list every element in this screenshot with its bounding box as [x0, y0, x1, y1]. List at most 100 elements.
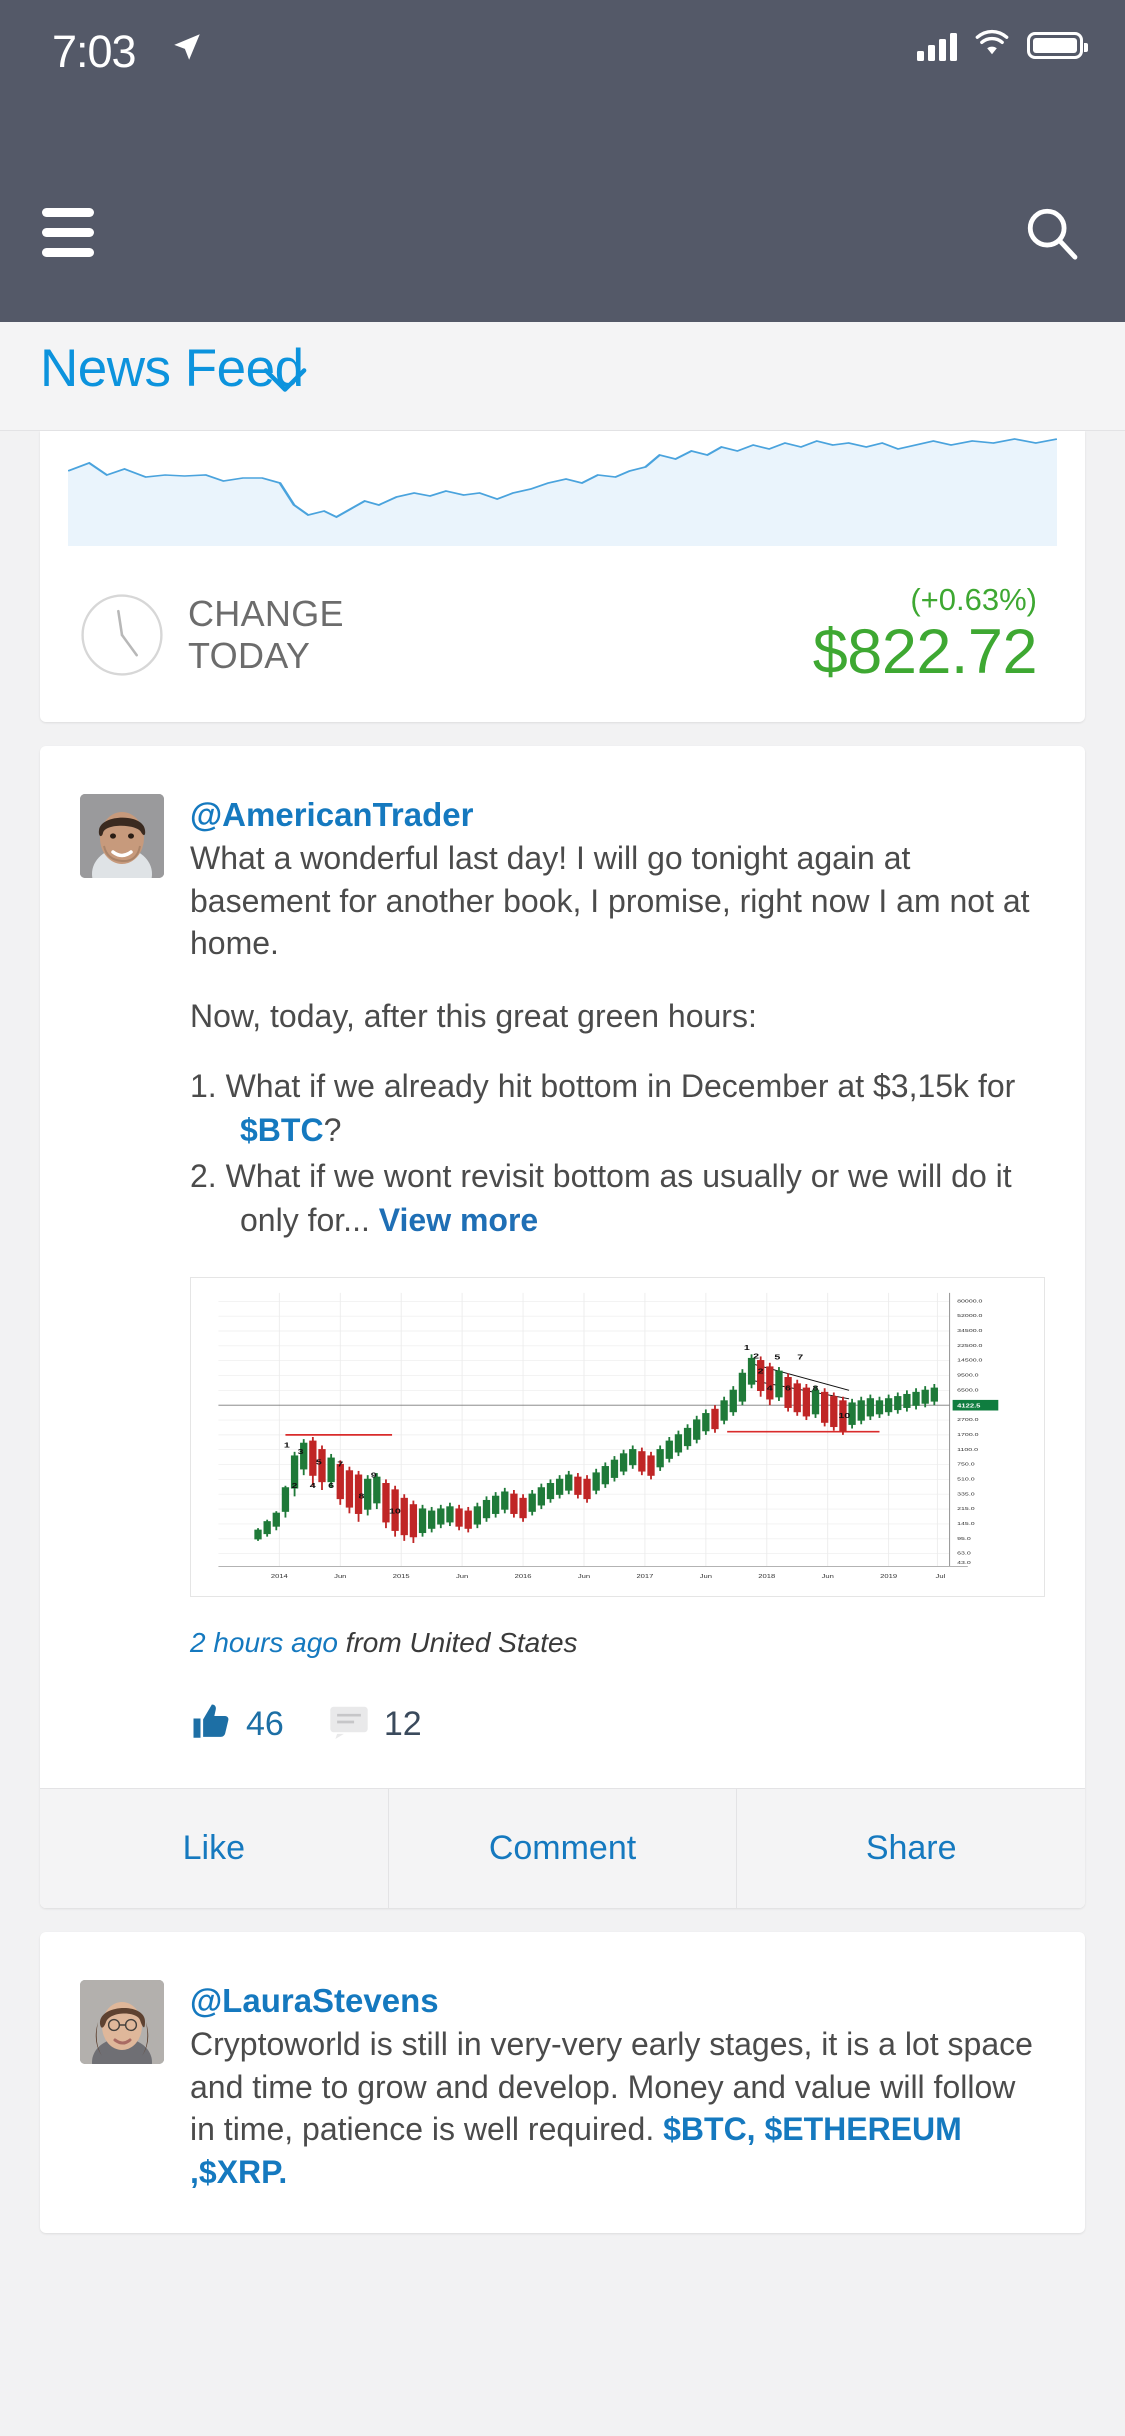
- svg-text:2: 2: [292, 1481, 298, 1489]
- svg-text:3: 3: [298, 1447, 304, 1455]
- svg-text:6: 6: [785, 1384, 791, 1392]
- svg-text:2: 2: [758, 1367, 764, 1375]
- svg-text:14500.0: 14500.0: [957, 1358, 983, 1363]
- post-card-laura-stevens: @LauraStevens Cryptoworld is still in ve…: [40, 1932, 1085, 2233]
- list-text: What if we already hit bottom in Decembe…: [226, 1068, 1016, 1104]
- post-action-bar: Like Comment Share: [40, 1788, 1085, 1908]
- svg-text:10: 10: [838, 1411, 850, 1419]
- list-text-after: ?: [324, 1112, 342, 1148]
- svg-text:4: 4: [767, 1384, 774, 1392]
- svg-text:52000.0: 52000.0: [957, 1314, 983, 1319]
- svg-text:43.0: 43.0: [957, 1561, 971, 1566]
- status-time: 7:03: [52, 26, 136, 78]
- change-percent: (+0.63%): [813, 582, 1037, 618]
- post-origin: from United States: [338, 1627, 578, 1658]
- post-header: @AmericanTrader What a wonderful last da…: [80, 794, 1045, 1788]
- svg-text:2019: 2019: [880, 1574, 897, 1580]
- price-value-group: (+0.63%) $822.72: [813, 582, 1037, 688]
- svg-text:Jun: Jun: [822, 1574, 835, 1580]
- svg-text:1: 1: [744, 1343, 750, 1351]
- svg-text:2017: 2017: [636, 1574, 653, 1580]
- comment-button[interactable]: Comment: [388, 1789, 737, 1908]
- svg-text:335.0: 335.0: [957, 1492, 975, 1497]
- sparkline-chart: [68, 431, 1057, 546]
- avatar-american-trader[interactable]: [80, 794, 164, 878]
- status-bar: 7:03: [0, 0, 1125, 100]
- svg-text:22500.0: 22500.0: [957, 1343, 983, 1348]
- list-number: 1.: [190, 1068, 217, 1104]
- battery-full-icon: [1027, 32, 1083, 59]
- svg-text:Jun: Jun: [456, 1574, 469, 1580]
- svg-text:2018: 2018: [758, 1574, 775, 1580]
- comment-bubble-icon: [328, 1705, 370, 1744]
- feed-header[interactable]: News Feed: [0, 322, 1125, 431]
- svg-text:8: 8: [812, 1384, 818, 1392]
- like-count: 46: [246, 1705, 284, 1744]
- post-card-american-trader: @AmericanTrader What a wonderful last da…: [40, 746, 1085, 1908]
- post-meta: 2 hours ago from United States: [190, 1627, 1045, 1659]
- svg-text:2: 2: [753, 1352, 759, 1360]
- chevron-down-icon[interactable]: [262, 366, 308, 399]
- svg-text:5: 5: [774, 1353, 780, 1361]
- attached-candlestick-chart[interactable]: 12 25 7 46 810 13 57 9: [190, 1277, 1045, 1597]
- svg-text:4: 4: [310, 1481, 317, 1489]
- post-handle[interactable]: @AmericanTrader: [190, 794, 1045, 835]
- post-engagement-row: 46: [190, 1701, 1045, 1748]
- svg-text:Jun: Jun: [700, 1574, 713, 1580]
- like-count-group[interactable]: 46: [190, 1701, 284, 1748]
- svg-text:2016: 2016: [515, 1574, 532, 1580]
- svg-text:2015: 2015: [393, 1574, 410, 1580]
- price-summary-card: CHANGE TODAY (+0.63%) $822.72: [40, 431, 1085, 722]
- cellular-signal-icon: [917, 31, 957, 61]
- svg-text:Jun: Jun: [578, 1574, 591, 1580]
- svg-text:5: 5: [316, 1458, 322, 1466]
- svg-text:145.0: 145.0: [957, 1521, 975, 1526]
- change-today-label: CHANGE TODAY: [188, 593, 344, 678]
- hamburger-menu-icon[interactable]: [42, 208, 94, 257]
- comment-count-group[interactable]: 12: [328, 1705, 422, 1744]
- change-label-line2: TODAY: [188, 635, 344, 677]
- search-icon[interactable]: [1023, 204, 1081, 262]
- svg-text:63.0: 63.0: [957, 1551, 971, 1556]
- ticker-link-btc[interactable]: $BTC: [240, 1112, 324, 1148]
- list-number: 2.: [190, 1158, 217, 1194]
- feed-scroll-area[interactable]: CHANGE TODAY (+0.63%) $822.72: [0, 431, 1125, 2436]
- post-content: @LauraStevens Cryptoworld is still in ve…: [40, 1932, 1085, 2233]
- post-paragraph-1: What a wonderful last day! I will go ton…: [190, 837, 1045, 965]
- change-label-line1: CHANGE: [188, 593, 344, 635]
- nav-bar: [0, 100, 1125, 322]
- wifi-icon: [973, 28, 1011, 63]
- change-today-row: CHANGE TODAY (+0.63%) $822.72: [40, 546, 1085, 688]
- post-header: @LauraStevens Cryptoworld is still in ve…: [80, 1980, 1045, 2193]
- share-button[interactable]: Share: [736, 1789, 1085, 1908]
- svg-text:6: 6: [328, 1481, 334, 1489]
- svg-text:9: 9: [371, 1471, 377, 1479]
- view-more-link[interactable]: View more: [379, 1202, 538, 1238]
- list-item: 1. What if we already hit bottom in Dece…: [190, 1065, 1045, 1153]
- svg-text:215.0: 215.0: [957, 1507, 975, 1512]
- svg-text:1: 1: [284, 1441, 290, 1449]
- svg-text:2700.0: 2700.0: [957, 1418, 979, 1423]
- svg-text:510.0: 510.0: [957, 1477, 975, 1482]
- svg-text:1100.0: 1100.0: [957, 1447, 979, 1452]
- comment-count: 12: [384, 1705, 422, 1744]
- list-item: 2. What if we wont revisit bottom as usu…: [190, 1155, 1045, 1243]
- post-text-block: @LauraStevens Cryptoworld is still in ve…: [190, 1980, 1045, 2193]
- post-handle[interactable]: @LauraStevens: [190, 1980, 1045, 2021]
- svg-text:4122.5: 4122.5: [957, 1403, 981, 1409]
- svg-text:2014: 2014: [271, 1574, 288, 1580]
- status-right-group: [917, 28, 1083, 63]
- svg-text:9500.0: 9500.0: [957, 1373, 979, 1378]
- list-text: What if we wont revisit bottom as usuall…: [226, 1158, 1012, 1238]
- svg-text:1700.0: 1700.0: [957, 1432, 979, 1437]
- svg-text:7: 7: [797, 1353, 803, 1361]
- post-content: @AmericanTrader What a wonderful last da…: [40, 746, 1085, 1788]
- like-button[interactable]: Like: [40, 1789, 388, 1908]
- svg-text:95.0: 95.0: [957, 1536, 971, 1541]
- post-paragraph-2: Now, today, after this great green hours…: [190, 995, 1045, 1038]
- avatar-laura-stevens[interactable]: [80, 1980, 164, 2064]
- svg-text:8: 8: [359, 1492, 365, 1500]
- post-time-ago[interactable]: 2 hours ago: [190, 1627, 338, 1658]
- thumbs-up-icon: [190, 1701, 232, 1748]
- post-numbered-list: 1. What if we already hit bottom in Dece…: [190, 1065, 1045, 1242]
